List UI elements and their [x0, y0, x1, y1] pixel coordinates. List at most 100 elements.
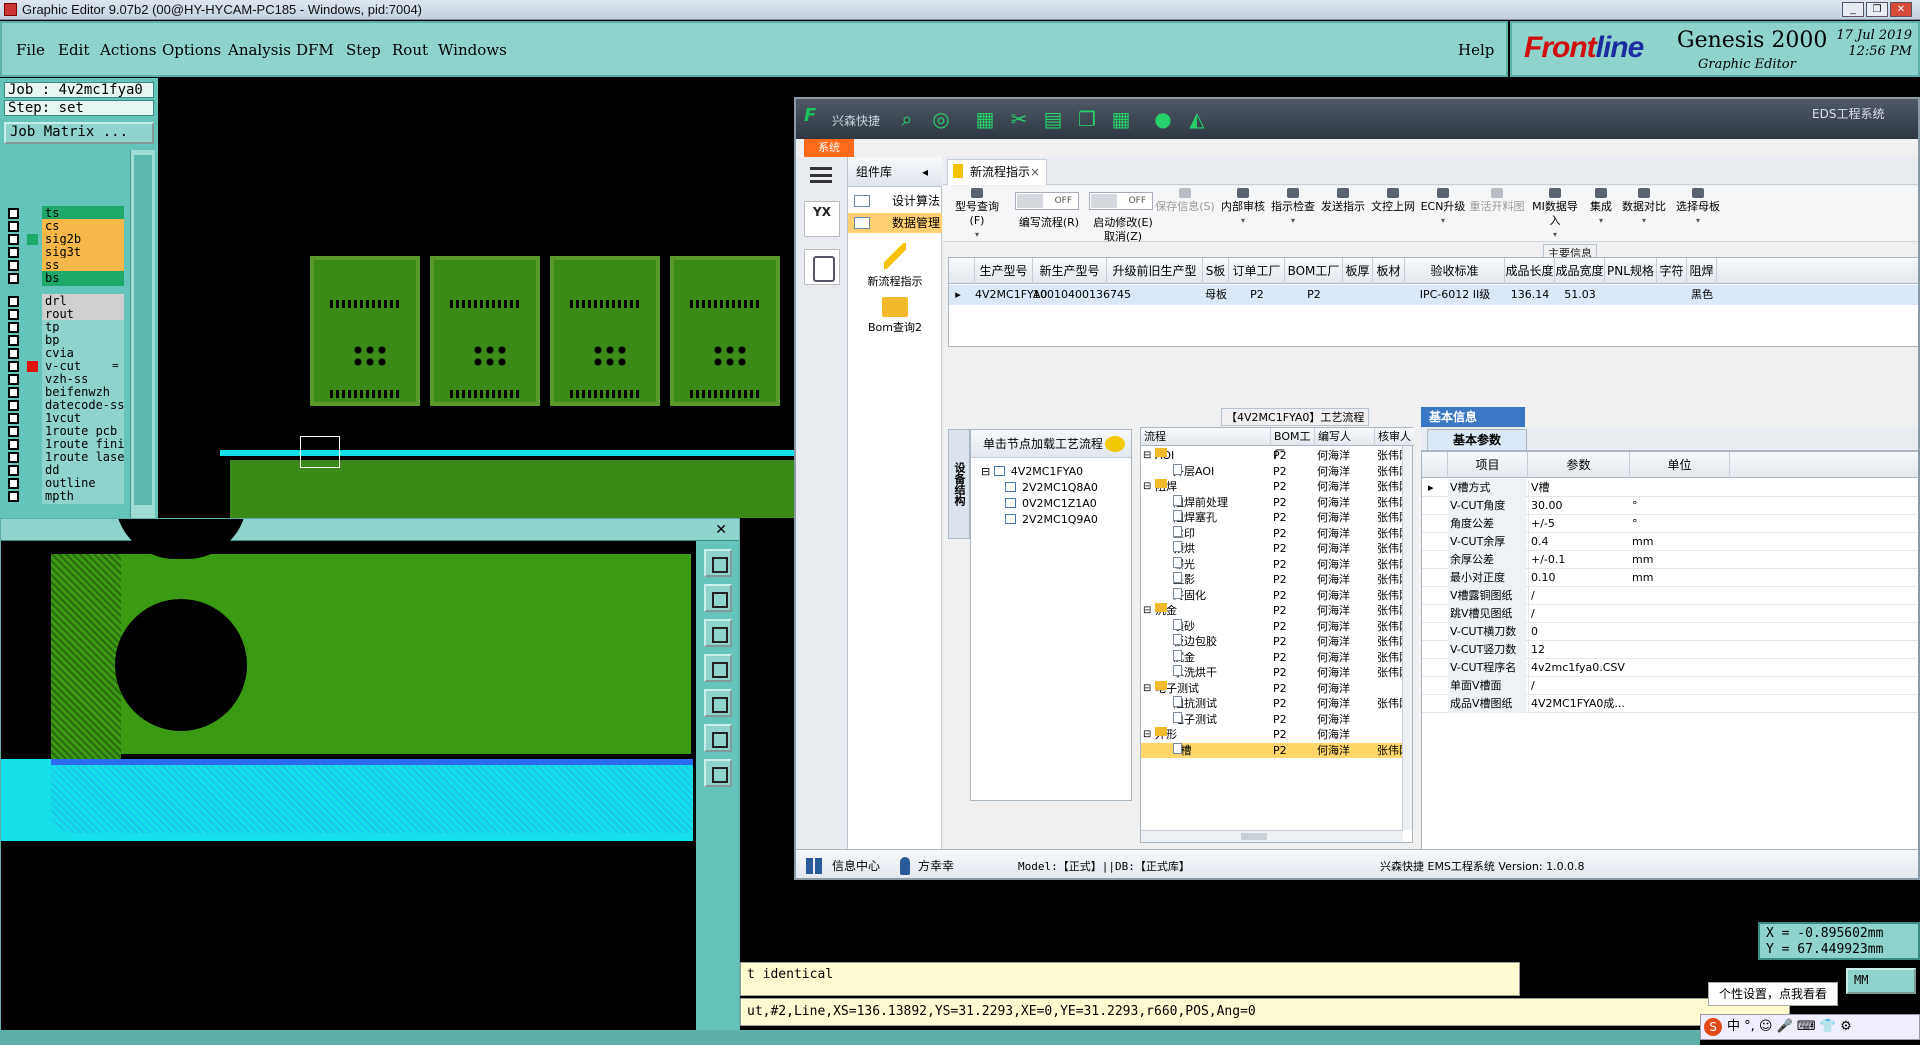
tab-basic-params[interactable]: 基本参数 [1427, 429, 1527, 451]
units-button[interactable]: MM [1846, 968, 1916, 994]
layer-checkbox[interactable] [8, 247, 19, 258]
system-tab[interactable]: 系统 [804, 139, 854, 157]
layer-scrollbar[interactable] [130, 150, 155, 520]
param-value[interactable]: 30.00 [1528, 497, 1628, 515]
layer-color-swatch[interactable] [27, 439, 38, 450]
param-row[interactable]: V-CUT角度 30.00 ° [1422, 497, 1918, 515]
col-header[interactable]: 板厚 [1343, 258, 1373, 284]
param-row[interactable]: 角度公差 +/-5 ° [1422, 515, 1918, 533]
comp-data-management[interactable]: 数据管理 [848, 213, 942, 233]
layer-name[interactable]: mpth [42, 489, 124, 504]
layer-color-swatch[interactable] [27, 234, 38, 245]
film-icon[interactable]: ▤ [1042, 108, 1064, 130]
layer-checkbox[interactable] [8, 348, 19, 359]
col-header[interactable]: S板 [1203, 258, 1229, 284]
edit-flow-toggle[interactable]: OFF [1015, 192, 1079, 210]
save-info-button[interactable]: 保存信息(S) [1153, 188, 1217, 214]
expand-icon[interactable]: ⊟ [1143, 603, 1151, 618]
side-tab-structure[interactable]: 设备结构 [948, 429, 970, 539]
layer-checkbox[interactable] [8, 413, 19, 424]
layer-checkbox[interactable] [8, 400, 19, 411]
param-value[interactable]: V槽 [1528, 479, 1628, 497]
param-row[interactable]: 成品V槽图纸 4V2MC1FYA0成... [1422, 695, 1918, 713]
layer-checkbox[interactable] [8, 426, 19, 437]
col-header[interactable]: 生产型号 [975, 258, 1033, 284]
ecn-upgrade-button[interactable]: ECN升级 ▾ [1419, 188, 1467, 228]
job-matrix-button[interactable]: Job Matrix ... [4, 122, 154, 144]
copy-icon[interactable]: ❐ [1076, 108, 1098, 130]
close-button[interactable]: ✕ [1890, 2, 1912, 17]
zoom-fit-icon[interactable] [704, 549, 732, 577]
sogou-icon[interactable]: S [1704, 1018, 1722, 1036]
info-center-link[interactable]: 信息中心 [832, 850, 880, 878]
flow-row[interactable]: 丝印P2何海洋张伟刚已上阮 [1141, 525, 1467, 542]
ime-toolbar[interactable]: S 中 °, ☺ 🎤 ⌨ 👕 ⚙ [1700, 1014, 1920, 1040]
hamburger-icon[interactable] [810, 167, 832, 183]
param-value[interactable]: +/-0.1 [1528, 551, 1628, 569]
layer-color-swatch[interactable] [27, 221, 38, 232]
layer-checkbox[interactable] [8, 478, 19, 489]
flow-row[interactable]: 曝光P2何海洋张伟刚已上阮 [1141, 556, 1467, 573]
layer-checkbox[interactable] [8, 374, 19, 385]
zoom-in-icon[interactable] [704, 584, 732, 612]
expand-icon[interactable]: ⊟ [1143, 681, 1151, 696]
col-header[interactable]: 验收标准 [1405, 258, 1505, 284]
tree-node[interactable]: 2V2MC1Q8A0 [1005, 480, 1098, 496]
layer-color-swatch[interactable] [27, 247, 38, 258]
layer-color-swatch[interactable] [27, 452, 38, 463]
layer-checkbox[interactable] [8, 208, 19, 219]
flow-row[interactable]: 电子测试P2何海洋已编写 [1141, 711, 1467, 728]
zoom-left-icon[interactable] [704, 654, 732, 682]
grid-icon[interactable]: ▦ [974, 108, 996, 130]
layer-checkbox[interactable] [8, 387, 19, 398]
maximize-button[interactable]: ❐ [1866, 2, 1888, 17]
graphic-canvas[interactable] [160, 78, 800, 518]
layer-color-swatch[interactable] [27, 374, 38, 385]
layer-color-swatch[interactable] [27, 273, 38, 284]
layer-checkbox[interactable] [8, 335, 19, 346]
doc-control-upload-button[interactable]: 文控上网 [1369, 188, 1417, 214]
param-row[interactable]: V-CUT竖刀数 12 [1422, 641, 1918, 659]
param-row[interactable]: ▸ V槽方式 V槽 [1422, 479, 1918, 497]
expand-icon[interactable]: ⊟ [1143, 448, 1151, 463]
chart-icon[interactable]: ◭ [1186, 108, 1208, 130]
layer-checkbox[interactable] [8, 452, 19, 463]
param-value[interactable]: / [1528, 587, 1628, 605]
layer-checkbox[interactable] [8, 309, 19, 320]
data-compare-button[interactable]: 数据对比 ▾ [1619, 188, 1669, 228]
col-header[interactable]: PNL规格 [1605, 258, 1657, 284]
flow-horizontal-scrollbar[interactable] [1141, 830, 1403, 842]
layer-checkbox[interactable] [8, 491, 19, 502]
col-header[interactable]: 新生产型号 [1033, 258, 1107, 284]
menu-options[interactable]: Options [162, 41, 221, 59]
col-header[interactable]: 字符 [1657, 258, 1687, 284]
layer-row-bs[interactable]: bs [4, 271, 124, 286]
send-instruction-button[interactable]: 发送指示 [1319, 188, 1367, 214]
mi-import-button[interactable]: MI数据导入 ▾ [1527, 188, 1583, 242]
flow-row[interactable]: 外层AOIP2何海洋张伟刚已上阮 [1141, 463, 1467, 480]
expand-icon[interactable]: ⊟ [1143, 727, 1151, 742]
layer-color-swatch[interactable] [27, 491, 38, 502]
layer-row-mpth[interactable]: mpth [4, 489, 124, 504]
menu-edit[interactable]: Edit [58, 41, 89, 59]
layer-color-swatch[interactable] [27, 208, 38, 219]
comp-design-algorithm[interactable]: 设计算法 [848, 191, 942, 211]
layer-checkbox[interactable] [8, 296, 19, 307]
col-header[interactable]: 参数 [1528, 452, 1630, 478]
yx-module-icon[interactable]: YX [804, 201, 840, 237]
flow-row[interactable]: 水洗烘干P2何海洋张伟刚已上阮 [1141, 665, 1467, 681]
new-process-button[interactable]: 新流程指示 [848, 243, 942, 289]
zoom-out-icon[interactable] [704, 619, 732, 647]
param-value[interactable]: / [1528, 677, 1628, 695]
param-row[interactable]: V-CUT横刀数 0 [1422, 623, 1918, 641]
zoom-close-icon[interactable]: ✕ [715, 521, 727, 538]
param-value[interactable]: 0 [1528, 623, 1628, 641]
layer-color-swatch[interactable] [27, 361, 38, 372]
expand-icon[interactable]: ⊟ [1143, 479, 1151, 494]
param-value[interactable]: / [1528, 605, 1628, 623]
layer-color-swatch[interactable] [27, 426, 38, 437]
layer-checkbox[interactable] [8, 361, 19, 372]
col-header[interactable]: 订单工厂 [1229, 258, 1285, 284]
layer-color-swatch[interactable] [27, 309, 38, 320]
menu-dfm[interactable]: DFM [296, 41, 334, 59]
